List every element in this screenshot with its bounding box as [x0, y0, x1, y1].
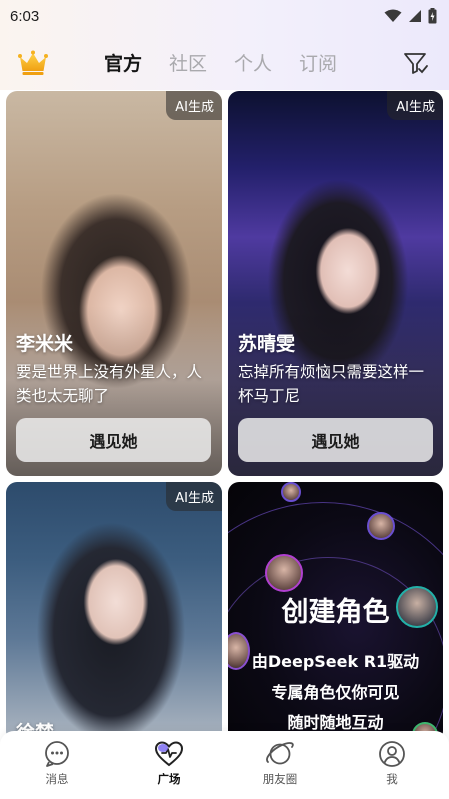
status-icons [384, 8, 437, 24]
create-feature-line: 随时随地互动 [287, 713, 384, 732]
character-name: 李米米 [16, 333, 74, 355]
nav-item-plaza[interactable]: 广场 [134, 740, 204, 787]
create-feature-line: 由DeepSeek R1驱动 [251, 652, 420, 671]
nav-item-me[interactable]: 我 [357, 740, 427, 787]
character-card[interactable]: AI生成 苏晴雯 忘掉所有烦恼只需要这样一杯马丁尼 遇见她 [228, 91, 443, 476]
tab-official[interactable]: 官方 [104, 49, 169, 76]
avatar [265, 554, 303, 592]
message-icon [45, 741, 69, 767]
create-character-card[interactable]: 创建角色 由DeepSeek R1驱动 专属角色仅你可见 随时随地互动 [228, 482, 443, 742]
ai-generated-badge: AI生成 [166, 482, 222, 511]
planet-icon [266, 742, 294, 765]
status-time: 6:03 [10, 7, 40, 25]
tab-subscribe[interactable]: 订阅 [299, 49, 364, 76]
heart-icon [154, 741, 184, 767]
character-description: 忘掉所有烦恼只需要这样一杯马丁尼 [238, 363, 425, 405]
nav-item-moments[interactable]: 朋友圈 [245, 740, 315, 787]
character-card[interactable]: AI生成 徐楚 [6, 482, 222, 742]
character-card[interactable]: AI生成 李米米 要是世界上没有外星人，人类也太无聊了 遇见她 [6, 91, 222, 476]
status-bar: 6:03 [0, 0, 449, 32]
bottom-nav: 消息 广场 朋友圈 我 [0, 731, 449, 799]
create-character-title: 创建角色 [281, 597, 390, 628]
signal-icon [409, 10, 421, 22]
category-tabs: 官方 社区 个人 订阅 [104, 49, 364, 76]
create-feature-line: 专属角色仅你可见 [271, 683, 400, 702]
nav-label: 消息 [45, 772, 69, 786]
crown-icon[interactable] [18, 50, 48, 76]
character-name: 苏晴雯 [238, 333, 296, 355]
nav-label: 我 [386, 772, 398, 786]
header: 官方 社区 个人 订阅 [0, 40, 449, 86]
nav-label: 朋友圈 [262, 772, 298, 786]
battery-charging-icon [428, 8, 437, 24]
meet-her-button[interactable]: 遇见她 [16, 418, 211, 462]
ai-generated-badge: AI生成 [166, 91, 222, 120]
wifi-icon [384, 9, 402, 22]
filter-icon[interactable] [403, 51, 429, 75]
tab-personal[interactable]: 个人 [234, 49, 299, 76]
avatar [367, 512, 395, 540]
nav-item-messages[interactable]: 消息 [22, 740, 92, 787]
avatar [281, 482, 301, 502]
nav-label: 广场 [157, 772, 181, 786]
meet-her-button[interactable]: 遇见她 [238, 418, 433, 462]
profile-icon [379, 741, 405, 767]
character-description: 要是世界上没有外星人，人类也太无聊了 [16, 363, 203, 405]
ai-generated-badge: AI生成 [387, 91, 443, 120]
tab-community[interactable]: 社区 [169, 49, 234, 76]
